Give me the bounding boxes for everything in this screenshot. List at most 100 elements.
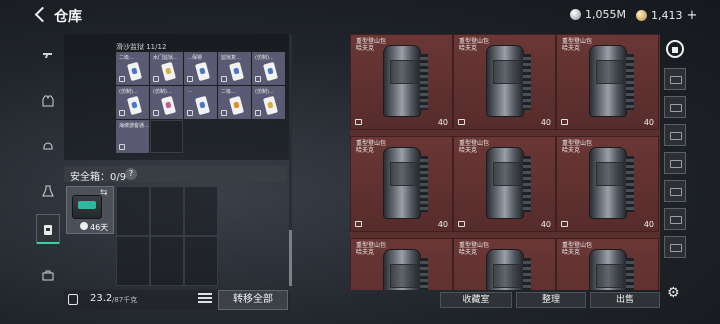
lock-icon: [561, 221, 568, 227]
lock-icon: [255, 76, 261, 82]
inventory-slot[interactable]: 二级…: [116, 52, 149, 85]
safe-slot[interactable]: [116, 186, 150, 236]
warehouse-page-tab[interactable]: [664, 96, 686, 118]
backpack-item-icon: [383, 249, 428, 290]
warehouse-page-rail: [664, 34, 686, 290]
warehouse-item[interactable]: 重型登山包 哈夫克: [556, 238, 659, 290]
inventory-slot[interactable]: (仿制)…: [150, 86, 183, 119]
warehouse-item[interactable]: 重型登山包 哈夫克 40: [556, 34, 659, 130]
warehouse-item[interactable]: 重型登山包 哈夫克 40: [350, 136, 453, 232]
backpack-item-icon: [486, 249, 531, 290]
keycard-icon: [194, 61, 211, 82]
inventory-slot[interactable]: 监狱复…: [218, 52, 251, 85]
current-weight: 23.2: [90, 293, 113, 304]
clock-icon: [80, 222, 88, 230]
keycard-icon: [194, 95, 211, 116]
inventory-slot[interactable]: …: [184, 86, 217, 119]
max-weight: /87千克: [112, 296, 138, 304]
lock-icon: [153, 110, 159, 116]
gun-icon: [43, 53, 52, 58]
tab-helmet[interactable]: [36, 130, 60, 160]
warehouse-page-tab[interactable]: [664, 180, 686, 202]
item-weight: 40: [437, 118, 448, 127]
item-weight: 40: [540, 220, 551, 229]
backpack-item-icon: [589, 147, 634, 219]
safe-slot[interactable]: [184, 186, 218, 236]
warehouse-home-icon[interactable]: [664, 38, 686, 60]
backpack-item-icon: [383, 45, 428, 117]
keycard-icon: [262, 61, 279, 82]
category-rail: [36, 38, 60, 300]
keycard-icon: [262, 95, 279, 116]
tab-supplies[interactable]: [36, 176, 60, 206]
inventory-slot[interactable]: 海坡游客通…: [116, 120, 149, 153]
warehouse-item[interactable]: 重型登山包 哈夫克: [350, 238, 453, 290]
warehouse-item[interactable]: 重型登山包 哈夫克 40: [556, 136, 659, 232]
keycard-icon: [160, 61, 177, 82]
silver-amount: 1,055M: [585, 8, 626, 21]
lock-icon: [355, 221, 362, 227]
silver-currency: 1,055M: [570, 8, 626, 21]
backpack-item-icon: [589, 45, 634, 117]
top-bar: 仓库 1,055M 1,413 +: [0, 0, 720, 30]
add-currency-button[interactable]: +: [687, 8, 698, 23]
inventory-slot[interactable]: 水门监狱…: [150, 52, 183, 85]
scrollbar-thumb[interactable]: [289, 230, 292, 286]
item-weight: 40: [540, 118, 551, 127]
organize-button[interactable]: 整理: [516, 292, 586, 308]
page-title: 仓库: [54, 9, 82, 25]
silver-coin-icon: [570, 9, 581, 20]
warehouse-page-tab[interactable]: [664, 208, 686, 230]
empty-slot[interactable]: [150, 120, 183, 153]
inventory-slot[interactable]: 二级…: [218, 86, 251, 119]
tab-armor[interactable]: [36, 86, 60, 116]
lock-icon: [187, 110, 193, 116]
gold-currency[interactable]: 1,413 +: [636, 8, 697, 23]
briefcase-icon: [42, 270, 54, 281]
safe-box-grid: [116, 186, 218, 286]
gear-icon[interactable]: ⚙: [667, 285, 680, 301]
lock-icon: [458, 221, 465, 227]
help-icon[interactable]: ?: [125, 168, 137, 180]
case-accent: [78, 201, 96, 209]
safe-slot[interactable]: [184, 236, 218, 286]
inventory-slot[interactable]: (仿制)…: [252, 86, 285, 119]
swap-icon[interactable]: ⇆: [100, 188, 108, 198]
list-icon[interactable]: [198, 293, 212, 305]
warehouse-item[interactable]: 重型登山包 哈夫克 40: [453, 34, 556, 130]
back-arrow-icon[interactable]: [30, 5, 50, 25]
lock-icon: [119, 76, 125, 82]
safe-slot[interactable]: [150, 186, 184, 236]
backpack-item-icon: [383, 147, 428, 219]
inventory-slot[interactable]: …保镖: [184, 52, 217, 85]
tab-backpack[interactable]: [36, 214, 60, 244]
backpack-item-icon: [486, 45, 531, 117]
weight-icon: [68, 294, 78, 305]
inventory-slot[interactable]: (仿制)…: [116, 86, 149, 119]
item-weight: 40: [643, 118, 654, 127]
keycard-icon: [126, 61, 143, 82]
lock-icon: [119, 144, 125, 150]
lock-icon: [458, 119, 465, 125]
warehouse-item[interactable]: 重型登山包 哈夫克 40: [453, 136, 556, 232]
warehouse-page-tab[interactable]: [664, 152, 686, 174]
collection-room-button[interactable]: 收藏室: [440, 292, 512, 308]
backpack-item-icon: [486, 147, 531, 219]
sell-button[interactable]: 出售: [590, 292, 660, 308]
warehouse-page-tab[interactable]: [664, 124, 686, 146]
keycard-icon: [228, 61, 245, 82]
warehouse-item[interactable]: 重型登山包 哈夫克: [453, 238, 556, 290]
safe-slot[interactable]: [116, 236, 150, 286]
inventory-slot[interactable]: (仿制)…: [252, 52, 285, 85]
lock-icon: [221, 76, 227, 82]
lock-icon: [153, 76, 159, 82]
warehouse-item[interactable]: 重型登山包 哈夫克 40: [350, 34, 453, 130]
warehouse-page-tab[interactable]: [664, 68, 686, 90]
tab-case[interactable]: [36, 260, 60, 290]
helmet-icon: [43, 142, 53, 150]
tab-weapons[interactable]: [36, 40, 60, 70]
warehouse-page-tab[interactable]: [664, 236, 686, 258]
item-weight: 40: [437, 220, 448, 229]
transfer-all-button[interactable]: 转移全部: [218, 290, 288, 310]
safe-slot[interactable]: [150, 236, 184, 286]
